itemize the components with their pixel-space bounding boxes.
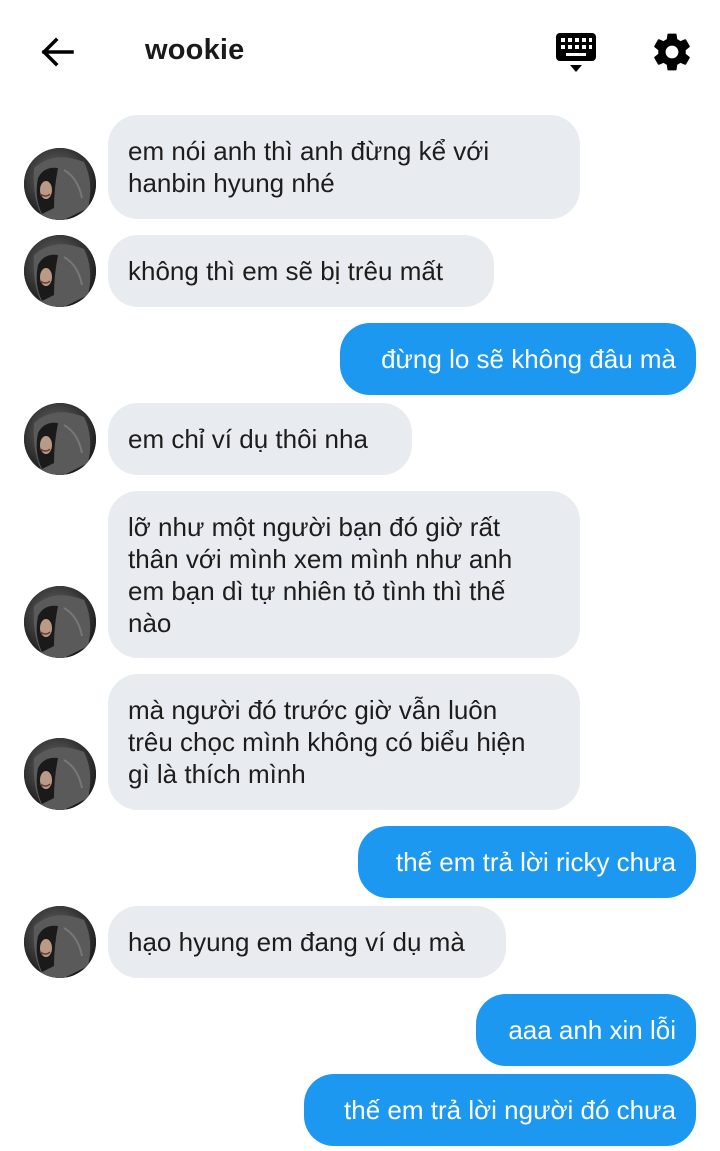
message-text: em nói anh thì anh đừng kể với hanbin hy… — [128, 136, 490, 198]
back-button[interactable] — [32, 32, 80, 72]
incoming-message-bubble[interactable]: lỡ như một người bạn đó giờ rất thân với… — [108, 491, 580, 658]
message-row: lỡ như một người bạn đó giờ rất thân với… — [0, 491, 720, 658]
outgoing-message-bubble[interactable]: thế em trả lời người đó chưa — [304, 1074, 696, 1146]
message-row: không thì em sẽ bị trêu mất — [0, 235, 720, 307]
message-row: em nói anh thì anh đừng kể với hanbin hy… — [0, 115, 720, 220]
contact-avatar[interactable] — [24, 148, 96, 220]
message-text: không thì em sẽ bị trêu mất — [128, 256, 444, 286]
message-row: thế em trả lời ricky chưa — [0, 826, 720, 898]
incoming-message-bubble[interactable]: em nói anh thì anh đừng kể với hanbin hy… — [108, 115, 580, 219]
avatar-image — [24, 235, 96, 307]
keyboard-button[interactable] — [551, 30, 601, 76]
avatar-image — [24, 148, 96, 220]
contact-avatar[interactable] — [24, 906, 96, 978]
avatar-image — [24, 403, 96, 475]
incoming-message-bubble[interactable]: không thì em sẽ bị trêu mất — [108, 235, 494, 307]
message-row: em chỉ ví dụ thôi nha — [0, 403, 720, 475]
message-row: mà người đó trước giờ vẫn luôn trêu chọc… — [0, 674, 720, 810]
message-text: em chỉ ví dụ thôi nha — [128, 424, 368, 454]
chat-header: wookie — [0, 0, 720, 105]
avatar-image — [24, 906, 96, 978]
message-text: đừng lo sẽ không đâu mà — [381, 344, 676, 374]
gear-icon — [654, 33, 690, 71]
message-text: aaa anh xin lỗi — [508, 1015, 676, 1045]
message-text: lỡ như một người bạn đó giờ rất thân với… — [128, 511, 513, 638]
incoming-message-bubble[interactable]: em chỉ ví dụ thôi nha — [108, 403, 412, 475]
message-text: mà người đó trước giờ vẫn luôn trêu chọc… — [128, 695, 526, 789]
settings-button[interactable] — [650, 30, 694, 74]
message-text: thế em trả lời người đó chưa — [344, 1095, 676, 1125]
outgoing-message-bubble[interactable]: thế em trả lời ricky chưa — [358, 826, 696, 898]
avatar-image — [24, 586, 96, 658]
message-row: thế em trả lời người đó chưa — [0, 1074, 720, 1146]
message-row: đừng lo sẽ không đâu mà — [0, 323, 720, 395]
message-row: hạo hyung em đang ví dụ mà — [0, 906, 720, 978]
contact-avatar[interactable] — [24, 586, 96, 658]
contact-avatar[interactable] — [24, 235, 96, 307]
contact-avatar[interactable] — [24, 738, 96, 810]
incoming-message-bubble[interactable]: hạo hyung em đang ví dụ mà — [108, 906, 506, 978]
outgoing-message-bubble[interactable]: aaa anh xin lỗi — [476, 994, 696, 1066]
conversation-title: wookie — [145, 34, 245, 66]
message-text: hạo hyung em đang ví dụ mà — [128, 927, 465, 957]
message-row: aaa anh xin lỗi — [0, 994, 720, 1066]
arrow-left-icon — [41, 37, 74, 67]
message-text: thế em trả lời ricky chưa — [395, 847, 676, 877]
keyboard-icon — [556, 33, 596, 72]
avatar-image — [24, 738, 96, 810]
contact-avatar[interactable] — [24, 403, 96, 475]
outgoing-message-bubble[interactable]: đừng lo sẽ không đâu mà — [340, 323, 696, 395]
incoming-message-bubble[interactable]: mà người đó trước giờ vẫn luôn trêu chọc… — [108, 674, 580, 810]
